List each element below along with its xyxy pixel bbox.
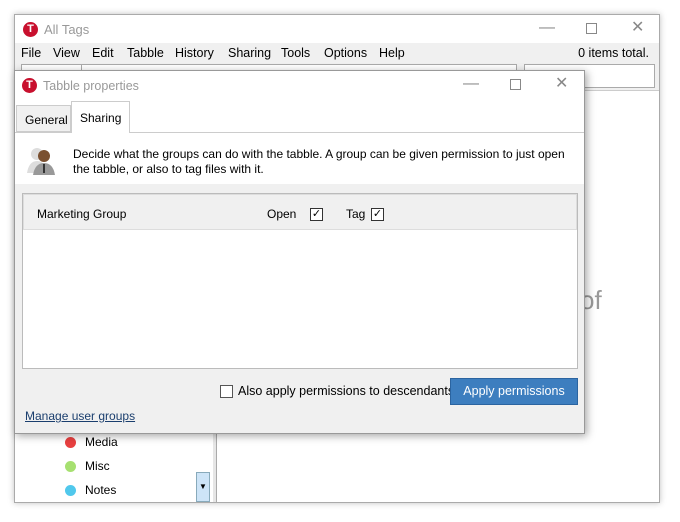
list-item[interactable]: Marketing Group Open ✓ Tag ✓ [23, 194, 577, 230]
tag-item-notes[interactable]: Notes [85, 483, 116, 497]
close-button[interactable]: ✕ [631, 20, 644, 36]
menu-history[interactable]: History [175, 46, 214, 60]
sharing-description: Decide what the groups can do with the t… [73, 147, 565, 176]
tab-general[interactable]: General [16, 105, 71, 132]
maximize-button[interactable] [586, 23, 597, 34]
descendants-checkbox[interactable] [220, 385, 233, 398]
minimize-button[interactable]: — [539, 20, 555, 36]
descendants-label: Also apply permissions to descendants [238, 384, 455, 398]
open-checkbox[interactable]: ✓ [310, 208, 323, 221]
app-logo-icon: T [23, 22, 38, 37]
user-group-icon [27, 148, 55, 175]
menu-tools[interactable]: Tools [281, 46, 310, 60]
item-count-status: 0 items total. [578, 46, 649, 60]
menu-help[interactable]: Help [379, 46, 405, 60]
menu-options[interactable]: Options [324, 46, 367, 60]
dialog-minimize-button[interactable]: — [463, 76, 479, 92]
menu-bar: File View Edit Tabble History Sharing To… [15, 43, 659, 63]
tag-color-icon [65, 485, 76, 496]
menu-file[interactable]: File [21, 46, 41, 60]
dialog-maximize-button[interactable] [510, 79, 521, 90]
menu-sharing[interactable]: Sharing [228, 46, 271, 60]
tag-item-misc[interactable]: Misc [85, 459, 110, 473]
tag-label: Tag [346, 207, 366, 221]
menu-view[interactable]: View [53, 46, 80, 60]
group-permissions-list: Marketing Group Open ✓ Tag ✓ [22, 193, 578, 369]
tag-color-icon [65, 461, 76, 472]
manage-user-groups-link[interactable]: Manage user groups [25, 409, 135, 423]
dialog-title: Tabble properties [43, 79, 139, 93]
scroll-down-button[interactable]: ▼ [196, 472, 210, 502]
tag-checkbox[interactable]: ✓ [371, 208, 384, 221]
menu-tabble[interactable]: Tabble [127, 46, 164, 60]
menu-edit[interactable]: Edit [92, 46, 114, 60]
dialog-close-button[interactable]: ✕ [555, 76, 568, 92]
tag-item-media[interactable]: Media [85, 435, 118, 449]
window-title: All Tags [44, 22, 90, 37]
tabble-properties-dialog: T Tabble properties — ✕ General Sharing … [14, 70, 585, 434]
info-panel: Decide what the groups can do with the t… [15, 132, 584, 184]
group-name: Marketing Group [37, 207, 127, 221]
open-label: Open [267, 207, 297, 221]
tag-color-icon [65, 437, 76, 448]
apply-permissions-button[interactable]: Apply permissions [450, 378, 578, 405]
app-logo-icon: T [22, 78, 37, 93]
dialog-titlebar: T Tabble properties — ✕ [15, 71, 584, 99]
tab-sharing[interactable]: Sharing [71, 101, 130, 133]
